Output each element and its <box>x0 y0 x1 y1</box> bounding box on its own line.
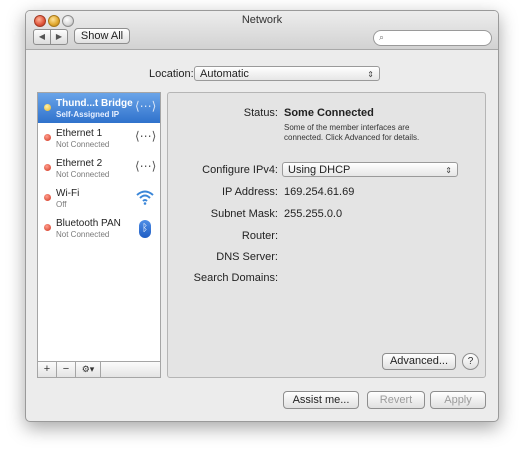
remove-service-button[interactable]: − <box>57 362 76 377</box>
ip-address-label: IP Address: <box>221 186 278 198</box>
ethernet-icon: ⟨⋯⟩ <box>135 129 157 143</box>
apply-button[interactable]: Apply <box>430 391 486 409</box>
search-domains-label: Search Domains: <box>193 272 278 284</box>
thunderbolt-bridge-icon: ⟨⋯⟩ <box>135 99 157 113</box>
status-red-dot-icon <box>44 134 51 141</box>
configure-ipv4-select[interactable]: Using DHCP ⇕ <box>282 162 458 177</box>
subnet-mask-value: 255.255.0.0 <box>284 208 343 220</box>
service-status: Off <box>56 200 67 209</box>
service-name: Thund...t Bridge <box>56 98 133 109</box>
configure-ipv4-value: Using DHCP <box>288 164 351 176</box>
service-thunderbolt-bridge[interactable]: Thund...t Bridge Self-Assigned IP ⟨⋯⟩ <box>38 93 160 123</box>
configure-ipv4-label: Configure IPv4: <box>202 164 278 176</box>
service-list-toolbar: + − ⚙▾ <box>37 361 161 378</box>
service-status: Not Connected <box>56 170 110 179</box>
service-name: Wi-Fi <box>56 188 80 199</box>
subnet-mask-label: Subnet Mask: <box>210 208 278 220</box>
advanced-button[interactable]: Advanced... <box>382 353 456 370</box>
select-arrows-icon: ⇕ <box>367 70 374 79</box>
network-preferences-window: Network ◀ ▶ Show All ⌕ Location: Automat… <box>25 10 499 422</box>
window-title: Network <box>241 14 283 26</box>
search-input[interactable] <box>390 31 486 43</box>
status-description: Some of the member interfaces are connec… <box>284 123 420 142</box>
service-status: Not Connected <box>56 140 110 149</box>
status-red-dot-icon <box>44 194 51 201</box>
forward-button[interactable]: ▶ <box>50 29 68 45</box>
title-bar: Network ◀ ▶ Show All ⌕ <box>26 11 498 50</box>
service-name: Bluetooth PAN <box>56 218 121 229</box>
service-status: Not Connected <box>56 230 110 239</box>
search-field[interactable]: ⌕ <box>373 30 492 46</box>
service-name: Ethernet 1 <box>56 128 103 139</box>
ip-address-value: 169.254.61.69 <box>284 186 355 198</box>
bluetooth-icon: ᛒ <box>139 220 151 238</box>
ethernet-icon: ⟨⋯⟩ <box>135 159 157 173</box>
search-icon: ⌕ <box>379 32 385 42</box>
status-value: Some Connected <box>284 107 374 119</box>
add-service-button[interactable]: + <box>38 362 57 377</box>
chevron-left-icon: ◀ <box>38 32 46 41</box>
gear-icon[interactable]: ⚙▾ <box>76 362 101 377</box>
chevron-right-icon: ▶ <box>55 32 63 41</box>
help-button[interactable]: ? <box>462 353 479 370</box>
router-label: Router: <box>241 230 278 242</box>
network-service-list: Thund...t Bridge Self-Assigned IP ⟨⋯⟩ Et… <box>37 92 161 366</box>
show-all-button[interactable]: Show All <box>74 28 130 44</box>
service-name: Ethernet 2 <box>56 158 103 169</box>
location-select[interactable]: Automatic ⇕ <box>194 66 380 81</box>
service-ethernet-2[interactable]: Ethernet 2 Not Connected ⟨⋯⟩ <box>38 153 160 183</box>
service-ethernet-1[interactable]: Ethernet 1 Not Connected ⟨⋯⟩ <box>38 123 160 153</box>
service-status: Self-Assigned IP <box>56 110 120 119</box>
service-detail-panel: Status: Some Connected Some of the membe… <box>167 92 486 378</box>
back-button[interactable]: ◀ <box>33 29 51 45</box>
service-bluetooth-pan[interactable]: Bluetooth PAN Not Connected ᛒ <box>38 213 160 243</box>
wifi-icon <box>135 189 155 207</box>
location-value: Automatic <box>200 68 249 80</box>
select-arrows-icon: ⇕ <box>445 166 452 175</box>
status-red-dot-icon <box>44 164 51 171</box>
status-red-dot-icon <box>44 224 51 231</box>
assist-me-button[interactable]: Assist me... <box>283 391 359 409</box>
revert-button[interactable]: Revert <box>367 391 425 409</box>
status-label: Status: <box>243 107 278 119</box>
location-label: Location: <box>149 68 194 80</box>
service-wifi[interactable]: Wi-Fi Off <box>38 183 160 213</box>
status-yellow-dot-icon <box>44 104 51 111</box>
dns-server-label: DNS Server: <box>216 251 278 263</box>
